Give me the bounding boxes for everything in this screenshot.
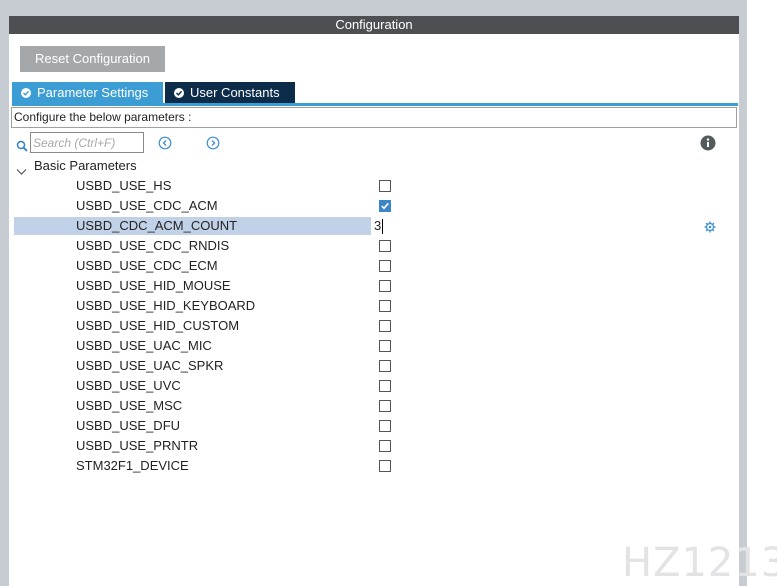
param-checkbox[interactable] bbox=[379, 460, 391, 472]
param-row[interactable]: USBD_USE_DFU bbox=[9, 416, 739, 436]
param-name: USBD_USE_UAC_SPKR bbox=[76, 358, 224, 373]
param-row[interactable]: USBD_USE_UAC_SPKR bbox=[9, 356, 739, 376]
param-row[interactable]: USBD_USE_HID_MOUSE bbox=[9, 276, 739, 296]
info-icon[interactable] bbox=[700, 135, 716, 155]
window-outside-area bbox=[747, 0, 777, 586]
param-row[interactable]: USBD_USE_CDC_RNDIS bbox=[9, 236, 739, 256]
param-row[interactable]: USBD_USE_PRNTR bbox=[9, 436, 739, 456]
param-row[interactable]: STM32F1_DEVICE bbox=[9, 456, 739, 476]
arrow-left-circle-icon[interactable] bbox=[158, 135, 172, 154]
param-name: USBD_USE_HID_MOUSE bbox=[76, 278, 231, 293]
tree-group-basic-parameters[interactable]: Basic Parameters bbox=[34, 158, 137, 173]
parameter-list: USBD_USE_HS USBD_USE_CDC_ACM USBD_CDC_AC… bbox=[9, 176, 739, 476]
param-row[interactable]: USBD_USE_CDC_ECM bbox=[9, 256, 739, 276]
window-frame-right bbox=[739, 0, 747, 586]
configuration-panel: Reset Configuration Parameter Settings U… bbox=[9, 34, 739, 586]
param-checkbox[interactable] bbox=[379, 380, 391, 392]
tab-label: User Constants bbox=[190, 85, 280, 100]
param-checkbox[interactable] bbox=[379, 320, 391, 332]
param-row[interactable]: USBD_USE_UAC_MIC bbox=[9, 336, 739, 356]
search-input[interactable] bbox=[30, 132, 144, 153]
param-name: USBD_USE_CDC_RNDIS bbox=[76, 238, 230, 253]
param-name: USBD_USE_HID_CUSTOM bbox=[76, 318, 240, 333]
configure-instructions: Configure the below parameters : bbox=[11, 107, 737, 128]
configuration-header: Configuration bbox=[9, 16, 739, 34]
param-checkbox[interactable] bbox=[379, 300, 391, 312]
search-icon bbox=[16, 137, 28, 156]
param-name: USBD_USE_MSC bbox=[76, 398, 183, 413]
tab-underline bbox=[12, 103, 738, 106]
window-frame-left bbox=[0, 0, 9, 586]
param-checkbox[interactable] bbox=[379, 440, 391, 452]
param-name: USBD_USE_UAC_MIC bbox=[76, 338, 212, 353]
watermark: HZ12138 bbox=[622, 540, 777, 586]
tab-user-constants[interactable]: User Constants bbox=[165, 82, 295, 103]
param-name: USBD_USE_CDC_ACM bbox=[76, 198, 218, 213]
param-checkbox[interactable] bbox=[379, 340, 391, 352]
param-checkbox[interactable] bbox=[379, 360, 391, 372]
arrow-right-circle-icon[interactable] bbox=[206, 135, 220, 154]
param-row[interactable]: USBD_USE_UVC bbox=[9, 376, 739, 396]
param-name: USBD_USE_CDC_ECM bbox=[76, 258, 218, 273]
param-name: USBD_USE_DFU bbox=[76, 418, 181, 433]
param-name: STM32F1_DEVICE bbox=[76, 458, 189, 473]
param-checkbox[interactable] bbox=[379, 180, 391, 192]
param-row[interactable]: USBD_USE_CDC_ACM bbox=[9, 196, 739, 216]
param-checkbox[interactable] bbox=[379, 240, 391, 252]
text-caret bbox=[382, 219, 383, 234]
param-checkbox[interactable] bbox=[379, 400, 391, 412]
param-checkbox[interactable] bbox=[379, 260, 391, 272]
reset-configuration-button[interactable]: Reset Configuration bbox=[20, 46, 165, 72]
param-row[interactable]: USBD_USE_HS bbox=[9, 176, 739, 196]
param-value-input[interactable]: 3 bbox=[374, 218, 381, 234]
param-name: USBD_USE_UVC bbox=[76, 378, 181, 393]
check-circle-icon bbox=[174, 88, 184, 98]
param-name: USBD_USE_HID_KEYBOARD bbox=[76, 298, 256, 313]
param-row[interactable]: USBD_USE_HID_KEYBOARD bbox=[9, 296, 739, 316]
check-circle-icon bbox=[21, 88, 31, 98]
param-name: USBD_CDC_ACM_COUNT bbox=[76, 218, 238, 233]
param-row-selected[interactable]: USBD_CDC_ACM_COUNT 3 bbox=[9, 216, 739, 236]
window-top-strip bbox=[9, 0, 739, 16]
param-row[interactable]: USBD_USE_HID_CUSTOM bbox=[9, 316, 739, 336]
tab-parameter-settings[interactable]: Parameter Settings bbox=[12, 82, 163, 103]
param-name: USBD_USE_PRNTR bbox=[76, 438, 199, 453]
param-checkbox[interactable] bbox=[379, 200, 391, 212]
param-checkbox[interactable] bbox=[379, 280, 391, 292]
param-checkbox[interactable] bbox=[379, 420, 391, 432]
param-row[interactable]: USBD_USE_MSC bbox=[9, 396, 739, 416]
param-name: USBD_USE_HS bbox=[76, 178, 172, 193]
tab-label: Parameter Settings bbox=[37, 85, 149, 100]
